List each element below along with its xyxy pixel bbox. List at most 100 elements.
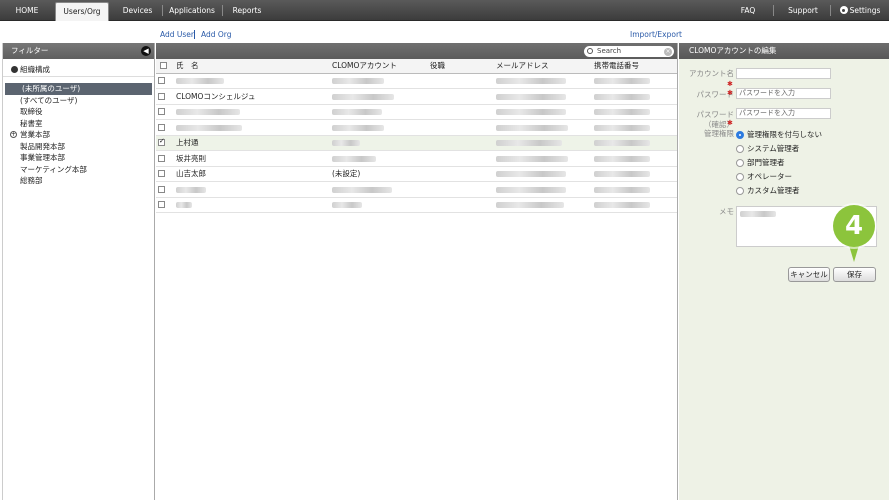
search-input[interactable]: Search × (584, 46, 674, 57)
col-email[interactable]: メールアドレス (494, 59, 592, 74)
blurred-phone (594, 202, 650, 209)
row-checkbox-cell (156, 181, 174, 198)
table-row[interactable] (156, 73, 677, 89)
user-name: CLOMOコンシェルジュ (176, 91, 256, 101)
email-cell (494, 181, 592, 198)
row-checkbox-cell (156, 150, 174, 167)
tree-item-sales[interactable]: + 営業本部 (3, 129, 154, 141)
tree-item-marketing[interactable]: マーケティング本部 (3, 164, 154, 176)
tab-users-org[interactable]: Users/Org (55, 2, 109, 21)
user-table: 氏 名 CLOMOアカウント 役職 メールアドレス 携帯電話番号 CLOMOコン… (156, 59, 677, 213)
select-all-checkbox[interactable] (160, 62, 167, 70)
password-field[interactable]: パスワードを入力 (736, 88, 831, 99)
phone-cell (592, 119, 677, 136)
blurred-phone (594, 186, 650, 193)
settings-label: Settings (849, 6, 881, 15)
table-row[interactable] (156, 181, 677, 198)
nav-separator (162, 5, 163, 16)
tree-item-unassigned[interactable]: (未所属のユーザ) (5, 83, 152, 95)
account-cell (330, 150, 428, 167)
email-cell (494, 104, 592, 120)
name-cell: CLOMOコンシェルジュ (174, 88, 330, 105)
role-option-dept-admin[interactable]: 部門管理者 (736, 157, 785, 168)
add-user-link[interactable]: Add User (160, 30, 194, 39)
title-cell (428, 73, 494, 89)
tree-item-general-affairs[interactable]: 総務部 (3, 175, 154, 187)
col-phone[interactable]: 携帯電話番号 (592, 59, 677, 74)
table-row[interactable]: 上村通 (156, 135, 677, 151)
nav-separator (222, 5, 223, 16)
account-cell (330, 181, 428, 198)
gear-icon (839, 6, 848, 14)
row-checkbox[interactable] (158, 201, 165, 209)
title-cell (428, 135, 494, 151)
role-option-operator[interactable]: オペレーター (736, 171, 792, 182)
phone-cell (592, 88, 677, 105)
name-cell (174, 119, 330, 136)
add-org-link[interactable]: Add Org (201, 30, 232, 39)
expand-icon[interactable]: + (10, 131, 17, 138)
tree-item-secretary[interactable]: 秘書室 (3, 118, 154, 130)
tab-reports[interactable]: Reports (226, 0, 268, 21)
nav-separator (773, 5, 774, 16)
role-option-system-admin[interactable]: システム管理者 (736, 143, 799, 154)
clear-search-icon[interactable]: × (664, 47, 672, 56)
settings-link[interactable]: Settings (836, 0, 884, 21)
tab-home[interactable]: HOME (6, 0, 48, 21)
account-name-field[interactable] (736, 68, 831, 79)
table-row[interactable]: CLOMOコンシェルジュ (156, 88, 677, 105)
import-export-link[interactable]: Import/Export (630, 30, 682, 39)
user-name: 山吉太郎 (176, 169, 206, 179)
radio-selected-icon (736, 130, 744, 139)
search-bar: Search × (156, 43, 677, 59)
tree-item-directors[interactable]: 取締役 (3, 106, 154, 118)
blurred-phone (594, 124, 650, 131)
password-confirm-field[interactable]: パスワードを入力 (736, 108, 831, 119)
row-checkbox[interactable] (158, 154, 165, 162)
title-cell (428, 104, 494, 120)
select-all-cell (156, 59, 174, 74)
required-icon: ✱ (727, 119, 733, 127)
tab-applications[interactable]: Applications (166, 0, 218, 21)
org-tree-root-label: 組織構成 (20, 65, 50, 74)
role-option-none[interactable]: 管理権限を付与しない (736, 129, 822, 140)
role-option-custom-admin[interactable]: カスタム管理者 (736, 185, 800, 196)
row-checkbox[interactable] (158, 185, 165, 193)
faq-link[interactable]: FAQ (734, 0, 762, 21)
tree-item-all-users[interactable]: (すべてのユーザ) (3, 95, 154, 107)
table-row[interactable] (156, 197, 677, 213)
step-number-badge: 4 (833, 205, 875, 247)
table-row[interactable]: 坂井亮則 (156, 150, 677, 167)
tree-item-business-mgmt[interactable]: 事業管理本部 (3, 152, 154, 164)
phone-cell (592, 181, 677, 198)
row-checkbox[interactable] (158, 108, 165, 116)
nav-separator (830, 5, 831, 16)
filter-header: フィルター ◀ (3, 43, 154, 59)
table-row[interactable]: 山吉太郎 (未設定) (156, 166, 677, 182)
row-checkbox[interactable] (158, 123, 165, 131)
blurred-email (496, 155, 568, 162)
tab-devices[interactable]: Devices (115, 0, 160, 21)
blurred-email (496, 124, 568, 131)
row-checkbox[interactable] (158, 137, 165, 147)
support-link[interactable]: Support (784, 0, 822, 21)
collapse-panel-icon[interactable]: ◀ (141, 46, 151, 56)
col-account[interactable]: CLOMOアカウント (330, 59, 428, 74)
row-checkbox-cell (156, 119, 174, 136)
col-title[interactable]: 役職 (428, 59, 494, 74)
email-cell (494, 197, 592, 213)
table-row[interactable] (156, 104, 677, 120)
table-row[interactable] (156, 119, 677, 136)
row-checkbox[interactable] (158, 77, 165, 85)
tree-item-product-dev[interactable]: 製品開発本部 (3, 141, 154, 153)
col-name[interactable]: 氏 名 (174, 59, 330, 74)
row-checkbox[interactable] (158, 92, 165, 100)
phone-cell (592, 73, 677, 89)
email-cell (494, 73, 592, 89)
org-tree-root[interactable]: 組織構成 (3, 63, 154, 77)
save-button[interactable]: 保存 (833, 267, 876, 282)
search-icon (587, 48, 593, 54)
blurred-phone (594, 140, 650, 147)
row-checkbox[interactable] (158, 170, 165, 178)
cancel-button[interactable]: キャンセル (788, 267, 830, 282)
